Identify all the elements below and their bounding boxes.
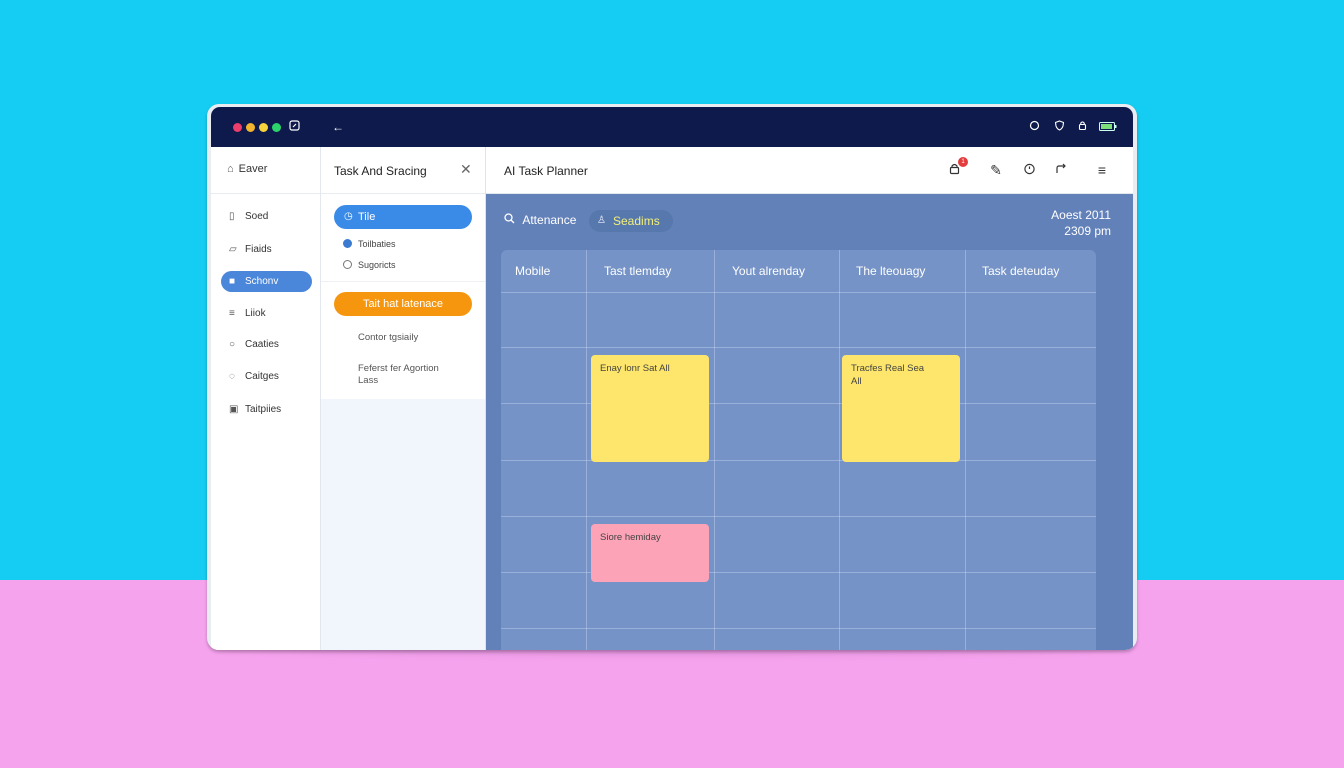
action-button[interactable]: Tait hat latenace [334, 292, 472, 316]
page-title: AI Task Planner [504, 164, 588, 178]
column-header[interactable]: The lteouagy [856, 264, 925, 278]
sidebar-item-liiok[interactable]: ≡ Liiok [221, 303, 312, 324]
sidebar-item-label: Liiok [245, 308, 266, 319]
task-panel: Task And Sracing ✕ ◷ Tile Toilbaties Sug… [321, 147, 486, 650]
window-icon[interactable] [285, 118, 303, 136]
grid-row-divider [501, 628, 1096, 629]
option-label: Toilbaties [358, 239, 396, 249]
filter-chip[interactable]: ♙ Seadims [589, 210, 673, 232]
fullscreen-window-button[interactable] [272, 123, 281, 132]
grid-column-divider [965, 250, 966, 650]
shield-icon[interactable] [1050, 118, 1068, 136]
sticky-note[interactable]: Siore hemiday [591, 524, 709, 582]
sidebar-item-label: Taitpiies [245, 404, 282, 415]
planner-grid: Mobile Tast tlemday Yout alrenday The lt… [501, 250, 1096, 650]
document-icon: ▯ [229, 211, 235, 222]
back-arrow-icon[interactable]: ← [329, 118, 347, 136]
radio-selected[interactable] [343, 239, 352, 248]
task-panel-card: Task And Sracing ✕ ◷ Tile Toilbaties Sug… [321, 147, 485, 399]
sidebar: ⌂ Eaver ▯ Soed ▱ Fiaids ■ Schonv ≡ Liiok … [211, 147, 321, 650]
note-text: Tracfes Real Sea All [851, 363, 925, 387]
search-icon [504, 213, 518, 227]
grid-row-divider [501, 347, 1096, 348]
sidebar-item-fiaids[interactable]: ▱ Fiaids [221, 239, 312, 260]
note-text: Siore hemiday [600, 532, 661, 543]
chip-label: Seadims [613, 214, 660, 228]
pencil-icon[interactable]: ✎ [987, 161, 1005, 179]
folder-icon: ▱ [229, 244, 237, 255]
title-pill-label: Tile [358, 211, 376, 223]
main-board-area: Attenance ♙ Seadims Aoest 2011 2309 pm M… [486, 194, 1133, 650]
close-icon[interactable]: ✕ [460, 161, 472, 178]
battery-icon [1097, 118, 1119, 136]
column-header[interactable]: Task deteuday [982, 264, 1059, 278]
sidebar-item-label: Caaties [245, 339, 279, 350]
grid-row-divider [501, 460, 1096, 461]
grid-column-divider [839, 250, 840, 650]
radio-unselected[interactable] [343, 260, 352, 269]
grid-row-divider [501, 516, 1096, 517]
option-label: Sugoricts [358, 260, 396, 270]
note-text: Enay lonr Sat All [600, 363, 670, 374]
menu-icon[interactable]: ≡ [1093, 161, 1111, 179]
sidebar-item-taitpiies[interactable]: ▣ Taitpiies [221, 399, 312, 420]
title-bar: ← [211, 107, 1133, 147]
option-sugoricts[interactable]: Sugoricts [343, 259, 396, 271]
calendar-icon: ▣ [229, 404, 239, 415]
chat-icon: ○ [229, 339, 236, 350]
lock-icon[interactable] [1073, 118, 1091, 136]
sidebar-item-label: Soed [245, 211, 269, 222]
app-window: ← ⌂ Eaver ▯ Soed ▱ Fiaids ■ Schonv ≡ Lii… [207, 104, 1137, 650]
app-content: ⌂ Eaver ▯ Soed ▱ Fiaids ■ Schonv ≡ Liiok … [211, 147, 1133, 650]
column-header[interactable]: Mobile [515, 264, 550, 278]
sidebar-item-label: Fiaids [245, 244, 272, 255]
grid-column-divider [586, 250, 587, 650]
sidebar-header-label: Eaver [238, 163, 268, 175]
sidebar-item-caitges[interactable]: ◌ Caitges [221, 366, 312, 387]
timer-icon[interactable] [1020, 161, 1038, 179]
panel-title: Task And Sracing [334, 164, 427, 178]
search-label: Attenance [522, 213, 577, 227]
home-icon: ⌂ [227, 163, 234, 175]
sidebar-divider [211, 193, 320, 194]
date-time: Aoest 2011 2309 pm [1051, 207, 1111, 239]
sidebar-item-label: Caitges [245, 371, 279, 382]
sidebar-item-caaties[interactable]: ○ Caaties [221, 334, 312, 355]
clock-icon: ◷ [344, 211, 353, 222]
minimize-window-button[interactable] [246, 123, 255, 132]
panel-item[interactable]: Contor tgsiaily [358, 332, 418, 344]
option-toilbaties[interactable]: Toilbaties [343, 238, 396, 250]
search-field[interactable]: Attenance [504, 213, 576, 227]
sidebar-item-label: Schonv [245, 276, 279, 287]
close-window-button[interactable] [233, 123, 242, 132]
chat-icon[interactable] [1025, 118, 1043, 136]
sidebar-header[interactable]: ⌂ Eaver [227, 163, 267, 175]
sidebar-item-schonv[interactable]: ■ Schonv [221, 271, 312, 292]
zoom-window-button[interactable] [259, 123, 268, 132]
sticky-note[interactable]: Enay lonr Sat All [591, 355, 709, 462]
time-label: 2309 pm [1064, 224, 1111, 238]
message-icon: ◌ [229, 371, 235, 382]
sticky-note[interactable]: Tracfes Real Sea All [842, 355, 960, 462]
column-header[interactable]: Tast tlemday [604, 264, 671, 278]
grid-row-divider [501, 292, 1096, 293]
panel-item[interactable]: Feferst fer Agortion Lass [358, 363, 458, 387]
sidebar-item-soed[interactable]: ▯ Soed [221, 206, 312, 227]
share-icon[interactable] [1052, 161, 1070, 179]
main-header: AI Task Planner 1 ✎ ≡ [486, 147, 1133, 194]
panel-divider [321, 281, 485, 282]
grid-column-divider [714, 250, 715, 650]
title-pill-button[interactable]: ◷ Tile [334, 205, 472, 229]
column-header[interactable]: Yout alrenday [732, 264, 805, 278]
person-icon: ♙ [597, 215, 606, 226]
list-icon: ≡ [229, 308, 235, 319]
notification-badge: 1 [958, 157, 968, 167]
date-label: Aoest 2011 [1051, 208, 1111, 222]
panel-divider [321, 193, 485, 194]
grid-icon: ■ [229, 276, 236, 287]
